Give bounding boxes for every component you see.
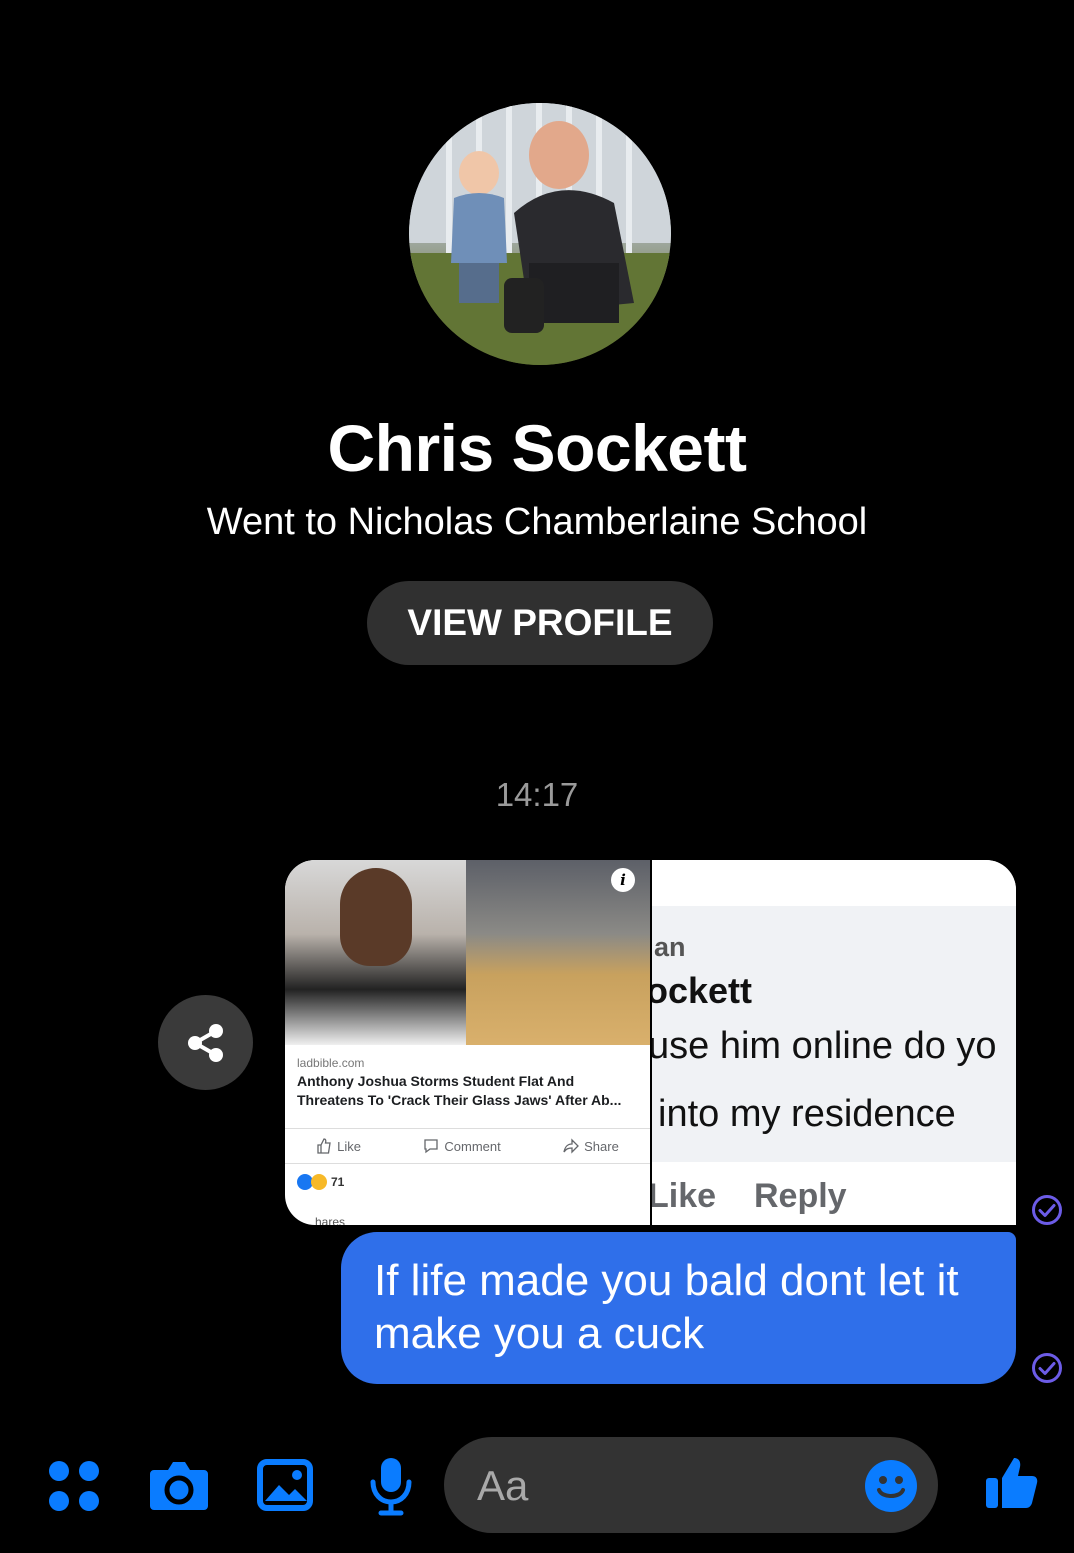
comment-reply-label: Reply: [754, 1177, 847, 1215]
camera-icon[interactable]: [148, 1460, 210, 1512]
post-reactions: 71: [297, 1174, 344, 1190]
post-like-action: Like: [316, 1138, 361, 1154]
post-actions: Like Comment Share: [285, 1128, 650, 1164]
outgoing-message-bubble[interactable]: If life made you bald dont let it make y…: [341, 1232, 1016, 1384]
link-domain: ladbible.com: [297, 1056, 365, 1070]
messenger-conversation: Chris Sockett Went to Nicholas Chamberla…: [0, 0, 1074, 1553]
comment-author: ockett: [652, 970, 753, 1011]
profile-subtitle: Went to Nicholas Chamberlaine School: [206, 501, 868, 543]
comment-text-line: an: [654, 932, 686, 962]
view-profile-button[interactable]: VIEW PROFILE: [367, 581, 713, 665]
link-title: Anthony Joshua Storms Student Flat And T…: [297, 1073, 622, 1108]
seen-check-icon: [1032, 1195, 1062, 1225]
comment-like-label: Like: [652, 1177, 717, 1215]
comment-text-line: use him online do yo: [652, 1025, 997, 1067]
comment-text-line: into my residence: [658, 1093, 956, 1135]
post-share-action: Share: [563, 1138, 619, 1154]
share-outline-icon: [563, 1138, 580, 1154]
like-outline-icon: [317, 1138, 331, 1154]
avatar-photo: [409, 103, 671, 365]
image-attachment-link-preview[interactable]: i ladbible.com Anthony Joshua Storms Stu…: [285, 860, 650, 1225]
avatar[interactable]: [409, 103, 671, 365]
more-icon[interactable]: [48, 1460, 100, 1512]
image-attachment-comment[interactable]: an ockett use him online do yo into my r…: [652, 860, 1016, 1225]
gallery-icon[interactable]: [257, 1459, 313, 1511]
message-timestamp: 14:17: [495, 776, 579, 813]
profile-name: Chris Sockett: [327, 411, 747, 485]
message-input-placeholder: Aa: [477, 1462, 529, 1509]
share-button[interactable]: [158, 995, 253, 1090]
mic-icon[interactable]: [367, 1456, 415, 1516]
haha-reaction-icon: [311, 1174, 327, 1190]
preview-photo-person: [285, 860, 466, 1045]
post-comment-action: Comment: [423, 1138, 501, 1154]
thumbs-up-icon[interactable]: [984, 1454, 1040, 1510]
share-icon: [187, 1023, 223, 1062]
info-icon: i: [611, 868, 635, 892]
post-shares: hares: [315, 1215, 346, 1225]
seen-check-icon: [1032, 1353, 1062, 1383]
emoji-icon[interactable]: [864, 1459, 918, 1513]
comment-outline-icon: [424, 1139, 439, 1154]
